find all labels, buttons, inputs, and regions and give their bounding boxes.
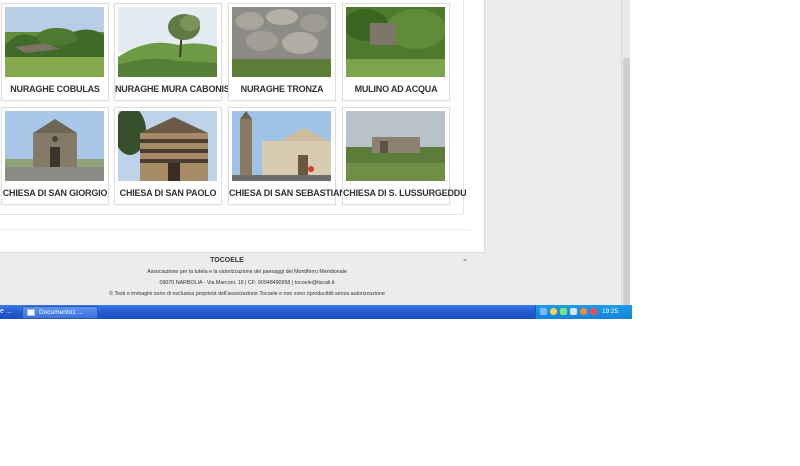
gallery-item-label[interactable]: CHIESA DI SAN PAOLO bbox=[115, 188, 221, 198]
overgrown-mill-photo[interactable] bbox=[346, 7, 445, 77]
browser-page: NURAGHE COBULAS NURAGHE MURA CABONIS NUR… bbox=[0, 0, 630, 305]
network-icon[interactable] bbox=[560, 308, 567, 315]
footer-title: TOCOELE bbox=[210, 257, 244, 264]
gallery-item-chiesa-di-san-giorgio[interactable]: CHIESA DI SAN GIORGIO bbox=[1, 107, 109, 205]
stone-wall-photo[interactable] bbox=[232, 7, 331, 77]
ruined-chapel-photo[interactable] bbox=[346, 111, 445, 181]
stone-church-photo[interactable] bbox=[5, 111, 104, 181]
chevron-up-icon[interactable]: ⌃ bbox=[460, 258, 470, 268]
taskbar-item[interactable]: e ... bbox=[0, 306, 18, 318]
taskbar-document-button[interactable]: Documento1 ... bbox=[22, 306, 98, 319]
gallery-item-chiesa-di-san-paolo[interactable]: CHIESA DI SAN PAOLO bbox=[114, 107, 222, 205]
footer-description: Associazione per la tutela e la valorizz… bbox=[147, 269, 347, 275]
volume-icon[interactable] bbox=[570, 308, 577, 315]
gallery-item-label[interactable]: NURAGHE MURA CABONIS bbox=[115, 84, 230, 94]
gallery-item-nuraghe-mura-cabonis[interactable]: NURAGHE MURA CABONIS bbox=[114, 3, 230, 101]
document-icon bbox=[27, 309, 35, 316]
gallery-item-mulino-ad-acqua[interactable]: MULINO AD ACQUA bbox=[342, 3, 450, 101]
stone-ruin-photo[interactable] bbox=[5, 7, 104, 77]
striped-church-photo[interactable] bbox=[118, 111, 217, 181]
gallery-item-label[interactable]: CHIESA DI SAN GIORGIO bbox=[2, 188, 108, 198]
gallery-item-chiesa-di-san-sebastiano[interactable]: CHIESA DI SAN SEBASTIANO bbox=[228, 107, 353, 205]
footer-contact[interactable]: 09070 NARBOLIA - Via Marconi, 19 | CF: 9… bbox=[0, 280, 494, 286]
antivirus-icon[interactable] bbox=[550, 308, 557, 315]
tree-hill-photo[interactable] bbox=[118, 7, 217, 77]
content-card: NURAGHE COBULAS NURAGHE MURA CABONIS NUR… bbox=[0, 0, 485, 253]
taskbar: e ... Documento1 ... 19:25 bbox=[0, 305, 632, 319]
gallery-panel: NURAGHE COBULAS NURAGHE MURA CABONIS NUR… bbox=[0, 0, 467, 215]
update-icon[interactable] bbox=[580, 308, 587, 315]
gallery-item-label[interactable]: CHIESA DI SAN SEBASTIANO bbox=[229, 188, 353, 198]
gallery-item-chiesa-di-s-lussurgeddu[interactable]: CHIESA DI S. LUSSURGEDDU bbox=[342, 107, 467, 205]
divider bbox=[0, 229, 470, 230]
taskbar-document-label: Documento1 ... bbox=[39, 309, 84, 316]
security-icon[interactable] bbox=[590, 308, 597, 315]
clock[interactable]: 19:25 bbox=[602, 305, 618, 319]
gallery-item-label[interactable]: NURAGHE COBULAS bbox=[2, 84, 108, 94]
gallery-item-label[interactable]: MULINO AD ACQUA bbox=[343, 84, 449, 94]
gallery-item-label[interactable]: CHIESA DI S. LUSSURGEDDU bbox=[343, 188, 467, 198]
scrollbar-thumb[interactable] bbox=[623, 58, 630, 305]
gallery-item-nuraghe-tronza[interactable]: NURAGHE TRONZA bbox=[228, 3, 336, 101]
gallery-item-label[interactable]: NURAGHE TRONZA bbox=[229, 84, 335, 94]
language-icon[interactable] bbox=[540, 308, 547, 315]
bell-tower-church-photo[interactable] bbox=[232, 111, 331, 181]
footer-copyright: © Testi e immagini sono di esclusiva pro… bbox=[109, 291, 385, 297]
gallery-item-nuraghe-cobulas[interactable]: NURAGHE COBULAS bbox=[1, 3, 109, 101]
vertical-scrollbar[interactable] bbox=[621, 0, 630, 305]
system-tray: 19:25 bbox=[535, 305, 632, 319]
